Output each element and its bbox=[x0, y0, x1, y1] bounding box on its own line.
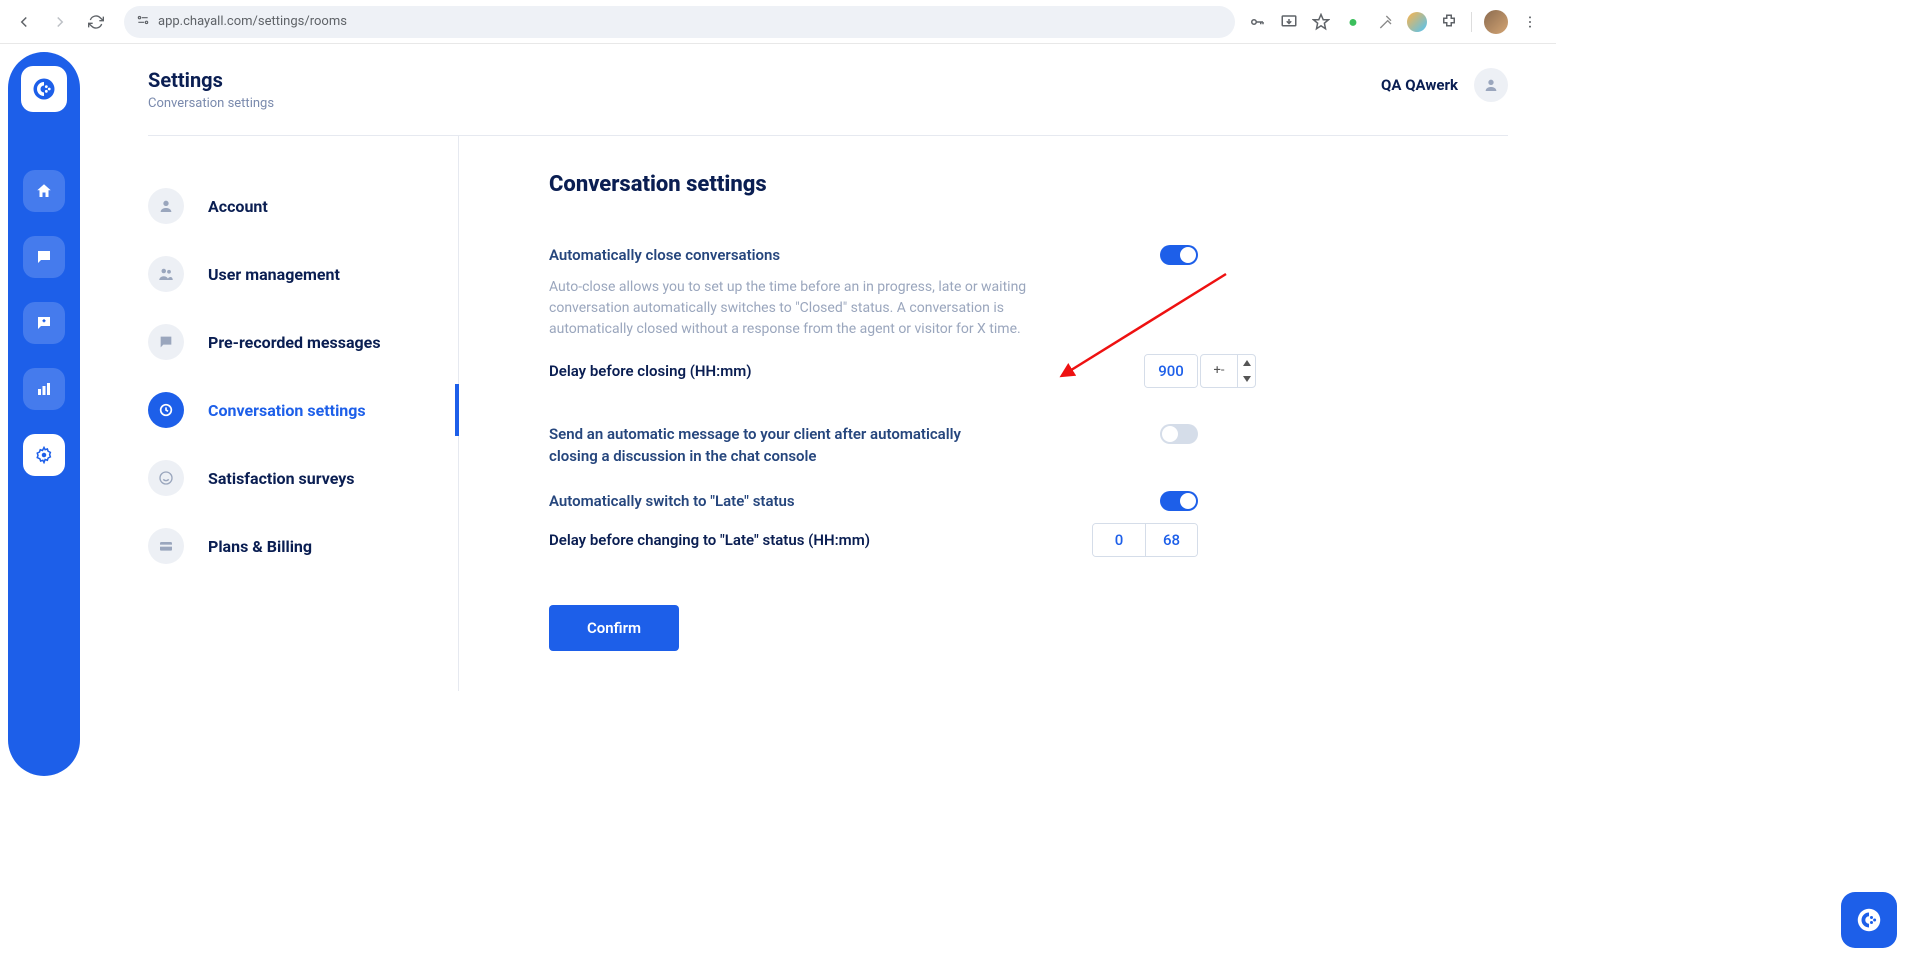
delay-close-hh-input[interactable] bbox=[1145, 355, 1197, 387]
people-icon bbox=[148, 256, 184, 292]
profile-avatar[interactable] bbox=[1484, 10, 1508, 34]
ext-3-icon[interactable] bbox=[1407, 12, 1427, 32]
home-nav[interactable] bbox=[23, 170, 65, 212]
smile-icon bbox=[148, 460, 184, 496]
app-logo[interactable] bbox=[21, 66, 67, 112]
settings-nav[interactable] bbox=[23, 434, 65, 476]
settings-sidebar: Account User management Pre-recorded mes… bbox=[148, 136, 458, 691]
snav-plans-billing[interactable]: Plans & Billing bbox=[148, 512, 458, 580]
ext-1-icon[interactable]: ● bbox=[1343, 12, 1363, 32]
delay-late-hh-input[interactable] bbox=[1093, 524, 1145, 556]
number-spinner[interactable]: +- bbox=[1200, 354, 1256, 388]
message-icon bbox=[148, 324, 184, 360]
snav-label: Satisfaction surveys bbox=[208, 469, 355, 488]
page-subtitle: Conversation settings bbox=[148, 96, 274, 111]
url-text: app.chayall.com/settings/rooms bbox=[158, 14, 347, 29]
reload-button[interactable] bbox=[80, 6, 112, 38]
snav-conversation-settings[interactable]: Conversation settings bbox=[148, 376, 458, 444]
divider bbox=[1471, 12, 1472, 32]
auto-close-desc: Auto-close allows you to set up the time… bbox=[549, 277, 1029, 340]
star-icon[interactable] bbox=[1311, 12, 1331, 32]
browser-toolbar: app.chayall.com/settings/rooms ● bbox=[0, 0, 1556, 44]
clock-icon bbox=[148, 392, 184, 428]
address-bar[interactable]: app.chayall.com/settings/rooms bbox=[124, 6, 1235, 38]
spinner-up-icon[interactable] bbox=[1238, 355, 1255, 371]
person-icon bbox=[148, 188, 184, 224]
late-toggle[interactable] bbox=[1160, 491, 1198, 511]
auto-close-label: Automatically close conversations bbox=[549, 245, 780, 267]
delay-late-mm-input[interactable] bbox=[1145, 524, 1197, 556]
extensions-icon[interactable] bbox=[1439, 12, 1459, 32]
forward-button[interactable] bbox=[44, 6, 76, 38]
key-icon[interactable] bbox=[1247, 12, 1267, 32]
wallet-icon bbox=[148, 528, 184, 564]
snav-account[interactable]: Account bbox=[148, 172, 458, 240]
snav-label: User management bbox=[208, 265, 340, 284]
spinner-pm: +- bbox=[1201, 363, 1237, 378]
auto-msg-label: Send an automatic message to your client… bbox=[549, 424, 1009, 468]
user-name: QA QAwerk bbox=[1381, 76, 1458, 94]
page-title: Settings bbox=[148, 68, 274, 92]
site-settings-icon[interactable] bbox=[136, 13, 150, 30]
spinner-down-icon[interactable] bbox=[1238, 371, 1255, 387]
app-sidebar bbox=[0, 44, 88, 784]
snav-satisfaction[interactable]: Satisfaction surveys bbox=[148, 444, 458, 512]
confirm-button[interactable]: Confirm bbox=[549, 605, 679, 651]
auto-close-toggle[interactable] bbox=[1160, 245, 1198, 265]
menu-icon[interactable] bbox=[1520, 12, 1540, 32]
stats-nav[interactable] bbox=[23, 368, 65, 410]
delay-close-label: Delay before closing (HH:mm) bbox=[549, 362, 752, 380]
snav-user-management[interactable]: User management bbox=[148, 240, 458, 308]
delay-late-label: Delay before changing to "Late" status (… bbox=[549, 531, 870, 549]
snav-prerecorded[interactable]: Pre-recorded messages bbox=[148, 308, 458, 376]
late-label: Automatically switch to "Late" status bbox=[549, 491, 795, 513]
chat-nav[interactable] bbox=[23, 236, 65, 278]
new-chat-nav[interactable] bbox=[23, 302, 65, 344]
back-button[interactable] bbox=[8, 6, 40, 38]
install-icon[interactable] bbox=[1279, 12, 1299, 32]
auto-msg-toggle[interactable] bbox=[1160, 424, 1198, 444]
body-title: Conversation settings bbox=[549, 172, 1198, 197]
extension-icons: ● bbox=[1247, 10, 1548, 34]
user-avatar[interactable] bbox=[1474, 68, 1508, 102]
snav-label: Conversation settings bbox=[208, 401, 366, 420]
snav-label: Pre-recorded messages bbox=[208, 333, 381, 352]
ext-2-icon[interactable] bbox=[1375, 12, 1395, 32]
snav-label: Account bbox=[208, 197, 268, 216]
snav-label: Plans & Billing bbox=[208, 537, 312, 556]
help-fab[interactable] bbox=[1841, 892, 1897, 948]
